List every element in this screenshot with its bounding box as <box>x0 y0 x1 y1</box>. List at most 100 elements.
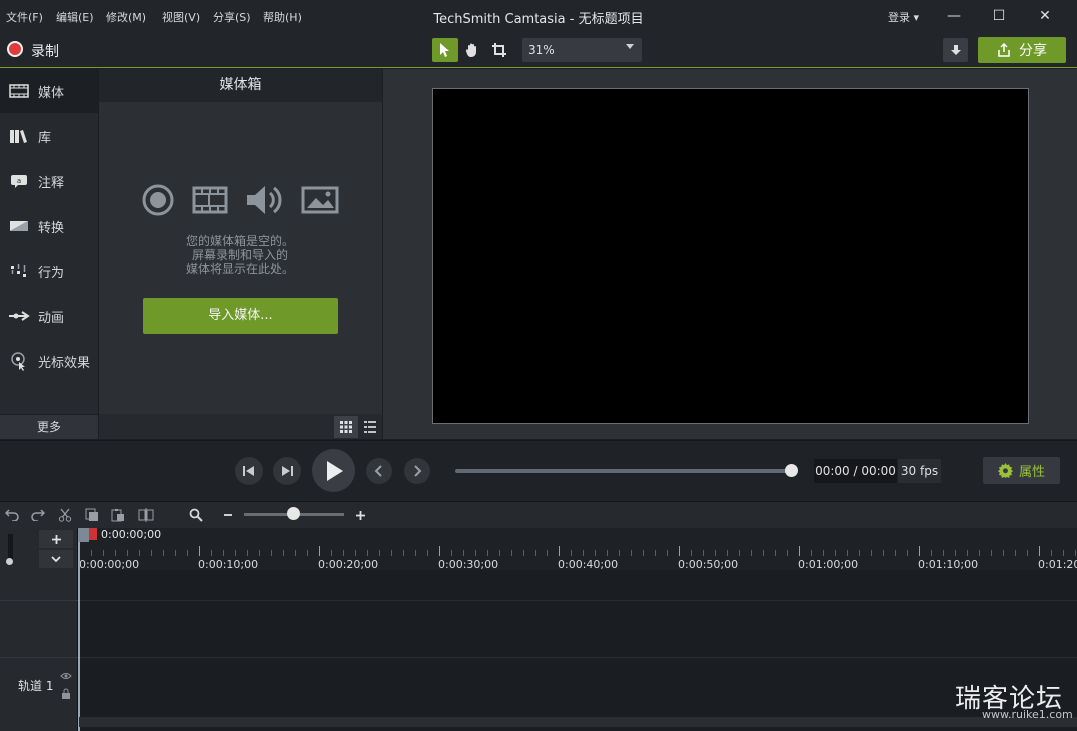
scrubber-handle[interactable] <box>785 464 798 477</box>
sidebar-item-label: 转换 <box>38 220 65 236</box>
pointer-icon <box>440 43 449 57</box>
zoom-search-button[interactable] <box>187 506 205 524</box>
hand-tool-button[interactable] <box>459 38 485 62</box>
crop-tool-button[interactable] <box>486 38 512 62</box>
playhead-line[interactable] <box>78 528 80 731</box>
playback-scrubber[interactable] <box>455 469 792 473</box>
playhead-time: 0:00:00;00 <box>101 528 162 541</box>
maximize-button[interactable]: ☐ <box>976 0 1022 32</box>
login-menu[interactable]: 登录 ▾ <box>888 9 919 25</box>
watermark-url: www.ruike1.com <box>982 708 1073 721</box>
next-marker-button[interactable] <box>404 458 430 484</box>
chevron-down-icon <box>51 555 61 562</box>
preview-canvas[interactable] <box>432 88 1029 424</box>
undo-icon <box>5 509 19 521</box>
sidebar-item-label: 注释 <box>38 175 65 191</box>
ruler-tick-label: 0:00:40;00 <box>558 558 619 571</box>
sidebar-item-label: 行为 <box>38 265 65 281</box>
track-divider <box>79 657 1077 658</box>
gear-icon <box>997 463 1013 478</box>
close-button[interactable]: ✕ <box>1022 0 1068 32</box>
share-label: 分享 <box>1019 43 1047 59</box>
record-icon[interactable] <box>7 41 23 57</box>
empty-line: 您的媒体箱是空的。 <box>185 234 294 248</box>
sidebar-item-behaviors[interactable]: 行为 <box>0 249 98 293</box>
library-icon <box>8 127 30 145</box>
eye-icon[interactable] <box>60 672 72 680</box>
redo-button[interactable] <box>29 506 47 524</box>
more-button[interactable]: 更多 <box>0 415 98 439</box>
ruler-tick-label: 0:00:10;00 <box>198 558 259 571</box>
sidebar-item-label: 光标效果 <box>38 355 91 371</box>
sidebar-item-media[interactable]: 媒体 <box>0 69 98 113</box>
time-display: 00:00 / 00:00 <box>814 459 897 483</box>
zoom-in-button[interactable] <box>351 506 369 524</box>
plus-icon <box>51 534 61 544</box>
undo-button[interactable] <box>3 506 21 524</box>
chevron-down-icon <box>626 44 634 49</box>
copy-icon <box>85 508 98 521</box>
behavior-icon <box>8 262 30 280</box>
collapse-tracks-button[interactable] <box>39 550 73 568</box>
empty-line: 屏幕录制和导入的 <box>191 248 288 262</box>
sidebar-item-transitions[interactable]: 转换 <box>0 204 98 248</box>
zoom-out-button[interactable] <box>219 506 237 524</box>
step-forward-button[interactable] <box>273 457 301 485</box>
grid-icon <box>340 421 352 433</box>
split-icon <box>138 508 154 522</box>
sidebar-item-library[interactable]: 库 <box>0 114 98 158</box>
record-button[interactable]: 录制 <box>31 41 59 61</box>
timeline-zoom-handle[interactable] <box>287 507 300 520</box>
timeline-toolbar <box>0 501 1077 528</box>
ruler-tick-label: 0:00:50;00 <box>678 558 739 571</box>
cut-button[interactable] <box>56 506 74 524</box>
sidebar-item-annotations[interactable]: a 注释 <box>0 159 98 203</box>
sidebar-item-label: 动画 <box>38 310 65 326</box>
play-icon <box>326 460 343 481</box>
playhead-out-marker[interactable] <box>89 528 97 540</box>
pointer-tool-button[interactable] <box>432 38 458 62</box>
paste-button[interactable] <box>109 506 127 524</box>
record-media-icon <box>142 184 174 216</box>
split-button[interactable] <box>137 506 155 524</box>
share-icon <box>998 43 1010 57</box>
properties-button[interactable]: 属性 <box>983 457 1060 484</box>
step-forward-icon <box>282 466 293 476</box>
timeline-horizontal-scrollbar[interactable] <box>79 717 1077 727</box>
track-divider <box>79 600 1077 601</box>
ruler-tick-label: 0:00:00;00 <box>79 558 140 571</box>
download-button[interactable] <box>943 38 968 62</box>
zoom-value: 31% <box>528 43 555 57</box>
track-divider <box>0 600 78 601</box>
download-icon <box>950 45 961 55</box>
previous-marker-button[interactable] <box>366 458 392 484</box>
sidebar-item-animations[interactable]: 动画 <box>0 294 98 338</box>
copy-button[interactable] <box>83 506 101 524</box>
timeline-tracks[interactable] <box>79 570 1077 731</box>
paste-icon <box>111 509 124 522</box>
sidebar-item-label: 媒体 <box>38 85 65 101</box>
minimize-button[interactable]: — <box>931 0 977 32</box>
import-media-button[interactable]: 导入媒体... <box>143 298 338 334</box>
sidebar-item-label: 库 <box>38 130 52 146</box>
lock-icon[interactable] <box>61 688 71 699</box>
track-label[interactable]: 轨道 1 <box>18 677 53 694</box>
plus-icon <box>355 510 365 520</box>
add-track-button[interactable] <box>39 530 73 548</box>
play-button[interactable] <box>312 449 355 492</box>
ruler-tick-label: 0:01:10;00 <box>918 558 979 571</box>
playhead-handle[interactable] <box>78 528 89 542</box>
image-media-icon <box>301 186 339 214</box>
list-view-button[interactable] <box>358 416 382 438</box>
chevron-right-icon <box>414 465 422 477</box>
track-divider <box>0 657 78 658</box>
media-bin-title: 媒体箱 <box>99 69 382 102</box>
list-icon <box>364 421 376 433</box>
sidebar-item-cursor-effects[interactable]: 光标效果 <box>0 339 98 383</box>
step-back-button[interactable] <box>235 457 263 485</box>
fps-display[interactable]: 30 fps <box>898 459 941 483</box>
share-button[interactable]: 分享 <box>978 37 1066 63</box>
grid-view-button[interactable] <box>334 416 358 438</box>
animation-icon <box>8 307 30 325</box>
track-height-handle[interactable] <box>6 558 13 565</box>
